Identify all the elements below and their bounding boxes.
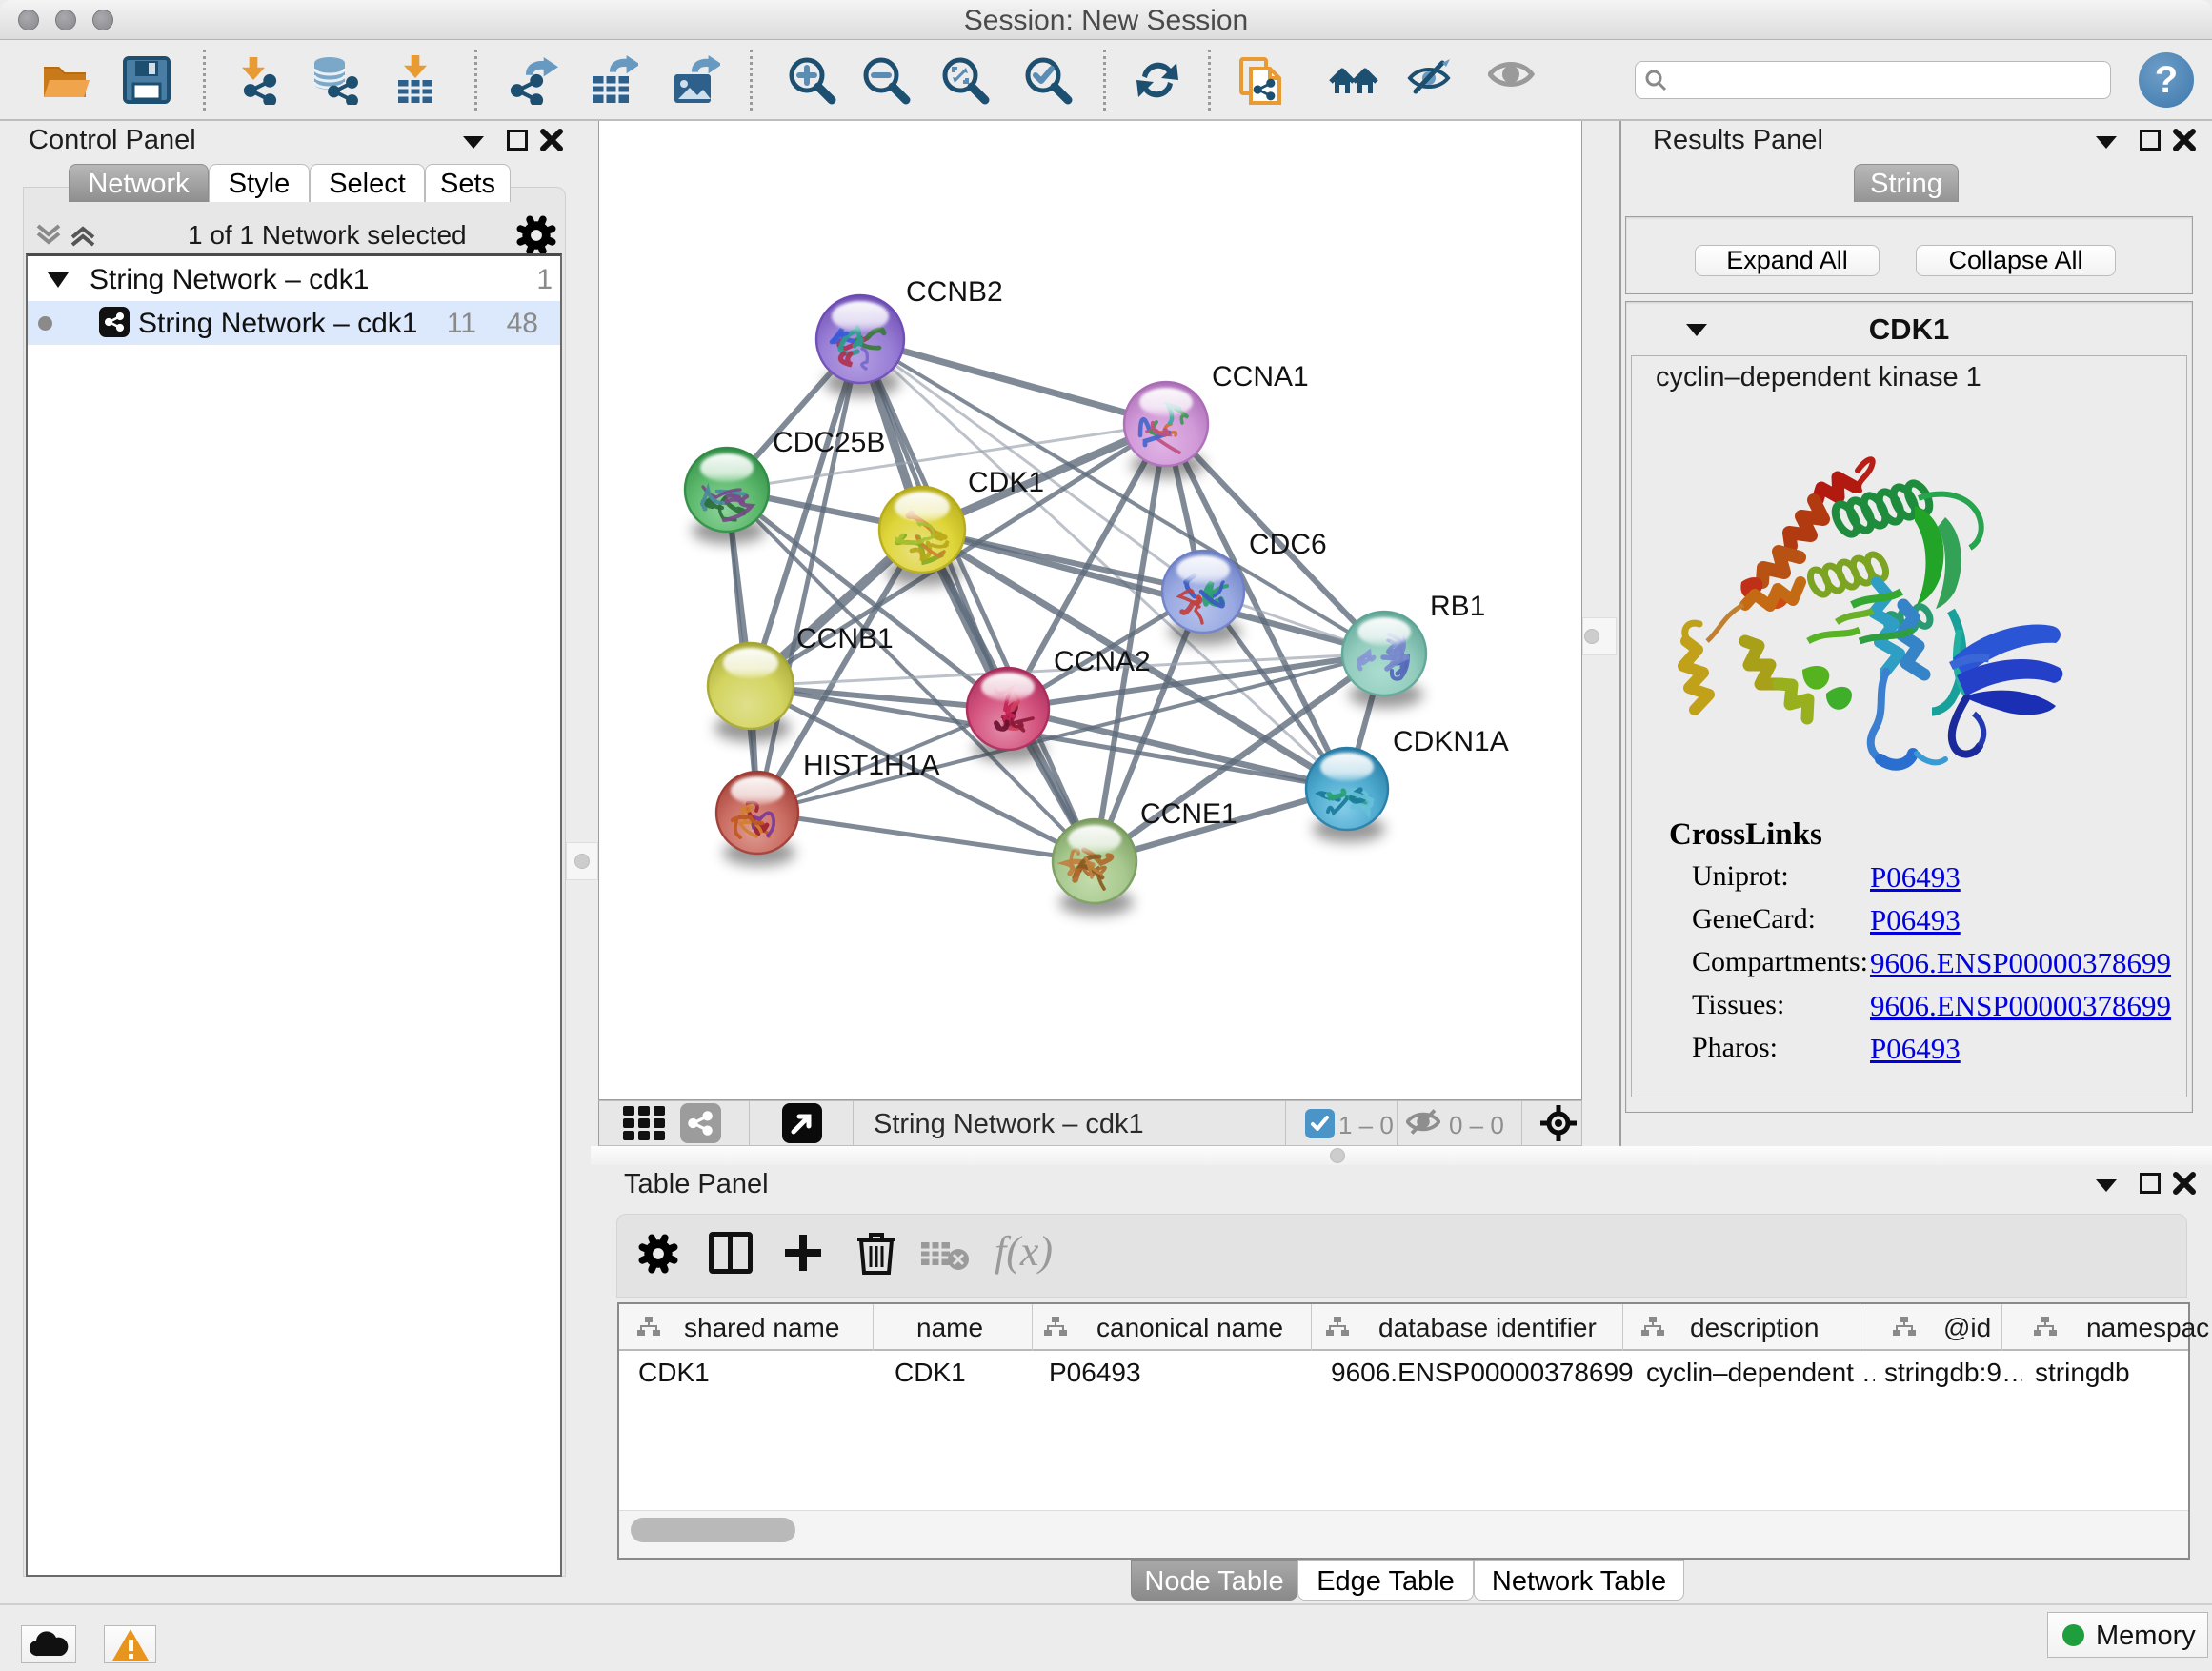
- svg-text:CCNB2: CCNB2: [906, 276, 1003, 308]
- svg-text:CDC25B: CDC25B: [773, 427, 885, 458]
- svg-text:CDK1: CDK1: [968, 467, 1044, 498]
- svg-text:HIST1H1A: HIST1H1A: [803, 750, 939, 781]
- svg-text:CCNA2: CCNA2: [1054, 646, 1151, 677]
- svg-text:CCNB1: CCNB1: [796, 623, 894, 654]
- svg-text:RB1: RB1: [1430, 591, 1485, 622]
- svg-text:CDKN1A: CDKN1A: [1393, 726, 1509, 757]
- svg-text:CCNA1: CCNA1: [1212, 361, 1309, 393]
- svg-text:CDC6: CDC6: [1249, 529, 1327, 560]
- svg-text:CCNE1: CCNE1: [1140, 798, 1237, 830]
